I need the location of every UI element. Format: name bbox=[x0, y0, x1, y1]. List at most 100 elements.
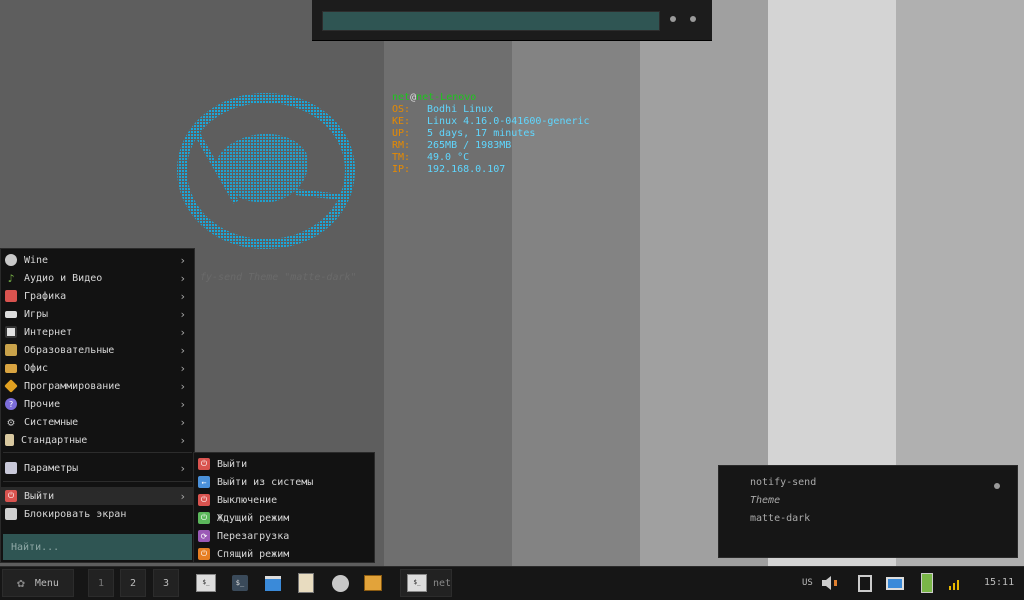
user-name: net bbox=[392, 92, 411, 103]
menu-item-audio-video[interactable]: ♪ Аудио и Видео › bbox=[1, 269, 194, 287]
info-label: UP: bbox=[392, 128, 411, 139]
info-label: OS: bbox=[392, 104, 411, 115]
chevron-right-icon: › bbox=[179, 361, 186, 375]
browser-icon[interactable] bbox=[330, 573, 350, 593]
menu-item-education[interactable]: Образовательные › bbox=[1, 341, 194, 359]
info-value: 5 days, 17 minutes bbox=[427, 128, 536, 139]
volume-icon[interactable] bbox=[820, 573, 840, 593]
keyboard-layout-indicator[interactable]: US bbox=[802, 578, 813, 588]
start-menu-button[interactable]: ✿ Menu bbox=[2, 569, 74, 597]
power-icon: ⏻ bbox=[5, 490, 17, 502]
submenu-item-hibernate[interactable]: ⏻ Спящий режим bbox=[194, 545, 374, 563]
submenu-item-shutdown[interactable]: ⏻ Выключение bbox=[194, 491, 374, 509]
submenu-item-reboot[interactable]: ⟳ Перезагрузка bbox=[194, 527, 374, 545]
misc-icon: ? bbox=[5, 398, 17, 410]
menu-item-graphics[interactable]: Графика › bbox=[1, 287, 194, 305]
info-value: 265MB / 1983MB bbox=[427, 140, 512, 151]
menu-search-input[interactable]: Найти... bbox=[3, 534, 192, 560]
globe-icon bbox=[5, 326, 17, 338]
briefcase-icon bbox=[5, 363, 17, 373]
notification-body: matte-dark bbox=[750, 513, 811, 524]
menu-item-label: Ждущий режим bbox=[217, 512, 290, 524]
menu-item-wine[interactable]: Wine › bbox=[1, 251, 194, 269]
menu-item-games[interactable]: Игры › bbox=[1, 305, 194, 323]
menu-item-label: Аудио и Видео bbox=[24, 272, 103, 284]
bodhi-menu-icon: ✿ bbox=[17, 575, 25, 591]
sd-card-icon[interactable] bbox=[855, 573, 875, 593]
menu-item-label: Графика bbox=[24, 290, 67, 302]
menu-item-label: Перезагрузка bbox=[217, 530, 290, 542]
bodhi-logo-icon bbox=[176, 92, 356, 250]
menu-item-misc[interactable]: ? Прочие › bbox=[1, 395, 194, 413]
menu-item-label: Игры bbox=[24, 308, 49, 320]
power-icon: ⏻ bbox=[198, 458, 210, 470]
chevron-right-icon: › bbox=[179, 343, 186, 357]
archive-icon[interactable] bbox=[363, 573, 383, 593]
wifi-signal-icon[interactable] bbox=[945, 573, 965, 593]
wine-icon bbox=[5, 254, 17, 266]
display-icon[interactable] bbox=[885, 573, 905, 593]
application-menu: Wine › ♪ Аудио и Видео › Графика › Игры › Ин… bbox=[0, 248, 195, 563]
menu-item-system[interactable]: ⚙ Системные › bbox=[1, 413, 194, 431]
info-label: RM: bbox=[392, 140, 411, 151]
desktop-ghost-text: fy-send Theme "matte-dark" bbox=[200, 272, 357, 283]
menu-item-logout[interactable]: ⏻ Выйти › bbox=[1, 487, 194, 505]
menu-item-label: Образовательные bbox=[24, 344, 115, 356]
submenu-item-logout[interactable]: ← Выйти из системы bbox=[194, 473, 374, 491]
menu-item-label: Прочие bbox=[24, 398, 61, 410]
host-name: net-Lenovo bbox=[416, 92, 477, 103]
clock[interactable]: 15:11 bbox=[984, 577, 1014, 588]
chevron-right-icon: › bbox=[179, 325, 186, 339]
workspace-2[interactable]: 2 bbox=[120, 569, 146, 597]
chevron-right-icon: › bbox=[179, 489, 186, 503]
workspace-1[interactable]: 1 bbox=[88, 569, 114, 597]
menu-item-label: Выключение bbox=[217, 494, 278, 506]
menu-item-lock-screen[interactable]: Блокировать экран bbox=[1, 505, 194, 523]
file-manager-icon[interactable] bbox=[263, 573, 283, 593]
menu-item-label: Выйти из системы bbox=[217, 476, 314, 488]
logout-arrow-icon: ← bbox=[198, 476, 210, 488]
text-editor-icon[interactable] bbox=[296, 573, 316, 593]
folder-icon bbox=[5, 344, 17, 356]
workspace-3[interactable]: 3 bbox=[153, 569, 179, 597]
info-value: 49.0 °C bbox=[427, 152, 470, 163]
hibernate-icon: ⏻ bbox=[198, 548, 210, 560]
notification-popup[interactable]: notify-send Theme matte-dark bbox=[718, 465, 1018, 558]
code-icon bbox=[4, 379, 18, 393]
reboot-icon: ⟳ bbox=[198, 530, 210, 542]
info-value: 192.168.0.107 bbox=[427, 164, 506, 175]
task-terminal-window[interactable]: $_ net bbox=[400, 569, 452, 597]
terminal-icon[interactable]: $_ bbox=[230, 573, 250, 593]
battery-icon[interactable] bbox=[917, 573, 937, 593]
chevron-right-icon: › bbox=[179, 433, 186, 447]
menu-item-label: Параметры bbox=[24, 462, 79, 474]
chevron-right-icon: › bbox=[179, 307, 186, 321]
submenu-item-suspend[interactable]: ⏻ Ждущий режим bbox=[194, 509, 374, 527]
graphics-icon bbox=[5, 290, 17, 302]
top-bar-dot-icon[interactable] bbox=[690, 16, 696, 22]
suspend-icon: ⏻ bbox=[198, 512, 210, 524]
top-bar-dot-icon[interactable] bbox=[670, 16, 676, 22]
menu-item-programming[interactable]: Программирование › bbox=[1, 377, 194, 395]
menu-item-label: Выйти bbox=[24, 490, 55, 502]
menu-item-internet[interactable]: Интернет › bbox=[1, 323, 194, 341]
menu-item-label: Спящий режим bbox=[217, 548, 290, 560]
menu-item-settings[interactable]: Параметры › bbox=[1, 459, 194, 477]
accessories-icon bbox=[5, 434, 14, 446]
menu-item-label: Интернет bbox=[24, 326, 73, 338]
menu-item-label: Офис bbox=[24, 362, 49, 374]
lock-icon bbox=[5, 508, 17, 520]
menu-item-label: Системные bbox=[24, 416, 79, 428]
notification-close-icon[interactable] bbox=[994, 483, 1000, 489]
top-search-input[interactable] bbox=[322, 11, 660, 31]
chevron-right-icon: › bbox=[179, 289, 186, 303]
notification-title: notify-send bbox=[750, 477, 817, 488]
logout-submenu: ⏻ Выйти ← Выйти из системы ⏻ Выключение … bbox=[193, 452, 375, 563]
menu-item-label: Блокировать экран bbox=[24, 508, 127, 520]
menu-separator bbox=[3, 481, 192, 482]
gear-icon: ⚙ bbox=[7, 415, 15, 429]
menu-item-office[interactable]: Офис › bbox=[1, 359, 194, 377]
menu-item-accessories[interactable]: Стандартные › bbox=[1, 431, 194, 449]
submenu-item-exit[interactable]: ⏻ Выйти bbox=[194, 455, 374, 473]
terminal-launcher-icon[interactable]: $_ bbox=[196, 573, 216, 593]
